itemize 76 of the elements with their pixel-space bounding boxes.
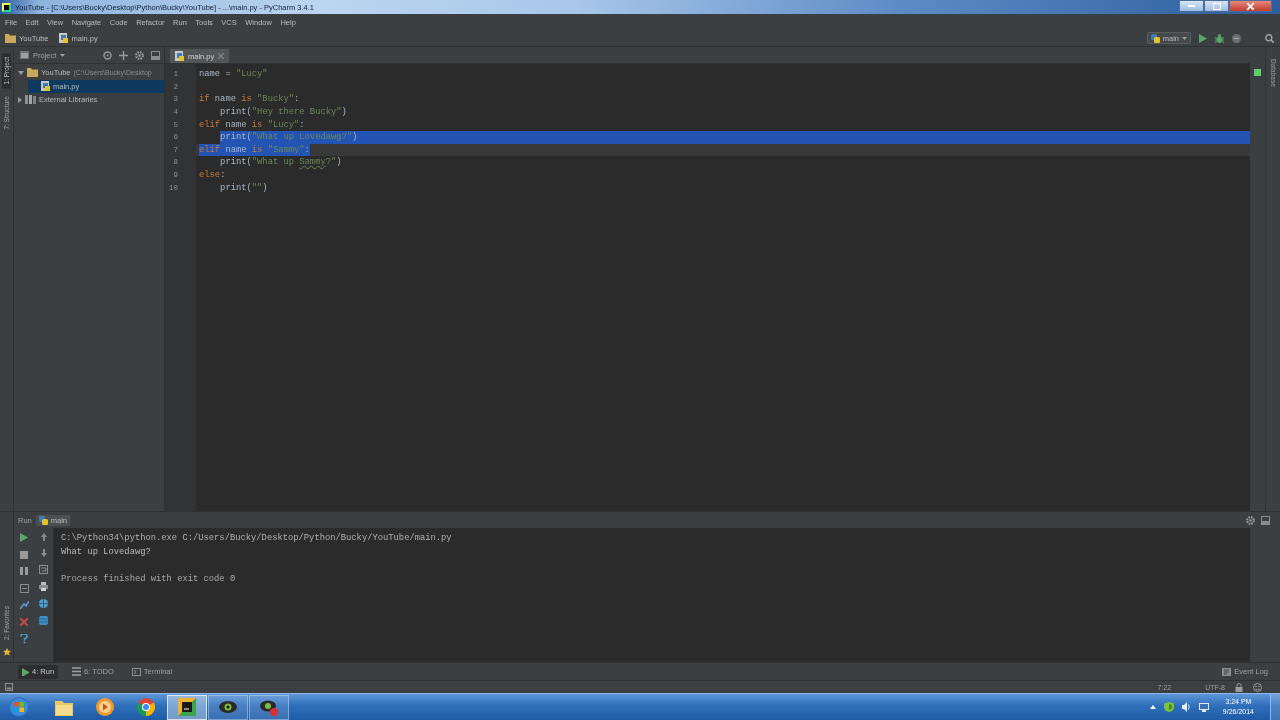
monitor-icon[interactable] — [1198, 702, 1209, 712]
gear-icon[interactable] — [1246, 515, 1255, 525]
code-line: print("Hey there Bucky") — [220, 106, 347, 119]
status-square-icon — [1254, 69, 1261, 76]
console-line: Process finished with exit code 0 — [61, 573, 237, 587]
close-icon[interactable] — [218, 53, 225, 59]
trend-line-icon[interactable] — [19, 601, 29, 609]
start-orb-icon — [9, 697, 29, 717]
expanded-arrow-icon[interactable] — [18, 70, 24, 75]
code-line: print("") — [220, 181, 268, 194]
play-icon — [22, 667, 29, 676]
library-icon — [25, 95, 36, 105]
browser-icon — [137, 698, 155, 716]
close-icon[interactable] — [20, 617, 28, 626]
bug-icon[interactable] — [1215, 33, 1224, 43]
list-icon — [72, 667, 82, 676]
taskbar-button[interactable] — [208, 694, 248, 720]
play-icon[interactable] — [20, 533, 28, 542]
caret-icon — [1182, 36, 1187, 40]
folder-icon — [55, 698, 73, 716]
maximize-icon — [1212, 2, 1221, 10]
collapsed-arrow-icon[interactable] — [18, 96, 22, 103]
globe-icon[interactable] — [39, 599, 48, 608]
code-line: print("What up Sammy?") — [220, 156, 342, 169]
eye-icon — [219, 698, 237, 716]
help-icon[interactable] — [19, 634, 29, 644]
target-icon[interactable] — [103, 50, 112, 60]
app-logo-icon — [178, 698, 196, 716]
soft-wrap-icon[interactable] — [39, 565, 48, 574]
file-icon — [175, 51, 184, 61]
file-icon — [41, 81, 50, 92]
shield-icon[interactable] — [1163, 702, 1174, 712]
pause-icon[interactable] — [20, 567, 28, 575]
close-icon — [1247, 2, 1254, 10]
up-arrow-icon[interactable] — [40, 533, 47, 541]
folder-icon — [5, 33, 16, 43]
printer-icon[interactable] — [39, 582, 48, 591]
hide-icon[interactable] — [151, 50, 160, 60]
database-icon[interactable] — [39, 616, 48, 625]
window-icon — [20, 51, 29, 59]
taskbar-button[interactable] — [249, 694, 289, 720]
terminal-icon — [131, 667, 141, 676]
minimize-icon — [1188, 5, 1195, 7]
caret-up-icon[interactable] — [1149, 705, 1156, 709]
play-icon[interactable] — [1199, 33, 1207, 43]
console-line: What up Lovedawg? — [61, 545, 152, 559]
box-minus-icon[interactable] — [19, 583, 29, 593]
squares-icon — [1150, 33, 1160, 43]
eye-alert-icon — [260, 698, 278, 716]
log-icon — [1222, 667, 1232, 676]
console-line: C:\Python34\python.exe C:/Users/Bucky/Desktop/Python/Bucky/YouTube/main.py — [61, 532, 453, 545]
minus-circle-icon[interactable] — [1232, 33, 1241, 43]
speaker-icon[interactable] — [1181, 702, 1191, 712]
gear-icon[interactable] — [135, 50, 144, 60]
search-icon[interactable] — [1265, 33, 1274, 43]
face-icon[interactable] — [1253, 682, 1262, 692]
panel-icon[interactable] — [5, 683, 13, 691]
code-line: name = "Lucy" — [199, 68, 268, 81]
stop-icon[interactable] — [20, 550, 28, 559]
file-icon — [59, 33, 69, 43]
code-line: if name is "Bucky": — [199, 93, 300, 106]
code-line: else: — [199, 169, 226, 182]
app-logo-icon — [2, 2, 11, 12]
minimize-button[interactable] — [1179, 0, 1204, 12]
down-arrow-icon[interactable] — [40, 549, 47, 557]
squares-icon — [38, 515, 48, 525]
lock-icon[interactable] — [1235, 682, 1243, 692]
show-desktop-button[interactable] — [1270, 693, 1280, 720]
code-line: elif name is "Lucy": — [199, 118, 305, 131]
plus-icon[interactable] — [119, 50, 128, 60]
close-button[interactable] — [1229, 0, 1272, 12]
maximize-button[interactable] — [1204, 0, 1229, 12]
star-icon — [2, 648, 11, 656]
media-player-icon — [96, 698, 114, 716]
caret-icon[interactable] — [60, 53, 66, 57]
hide-icon[interactable] — [1261, 515, 1270, 525]
